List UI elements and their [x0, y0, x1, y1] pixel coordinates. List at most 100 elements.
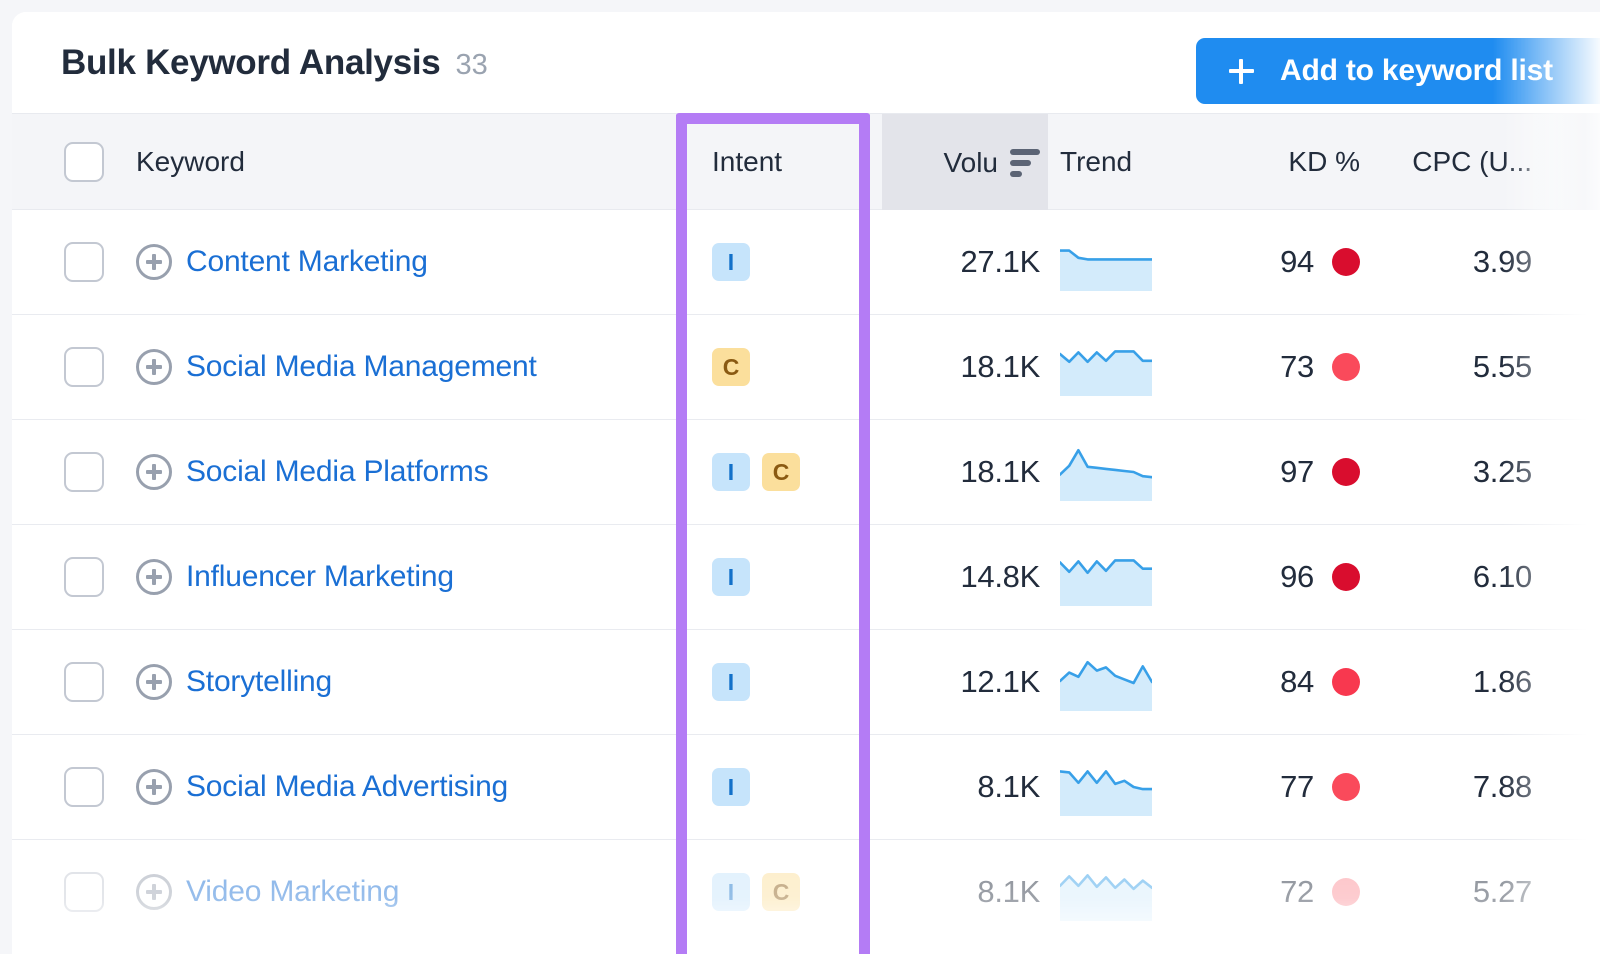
row-checkbox[interactable]	[64, 662, 104, 702]
trend-cell	[1060, 630, 1170, 734]
row-checkbox[interactable]	[64, 347, 104, 387]
cpc-cell: 6.10	[1380, 525, 1532, 629]
keyword-link[interactable]: Social Media Management	[186, 350, 537, 384]
table-row[interactable]: Content Marketing I 27.1K 94 3.99	[12, 210, 1600, 315]
cpc-cell: 3.99	[1380, 210, 1532, 314]
add-keyword-icon[interactable]	[136, 454, 172, 490]
column-header-kd[interactable]: KD %	[1192, 114, 1360, 209]
row-checkbox[interactable]	[64, 872, 104, 912]
kd-wrap: 72	[1280, 874, 1360, 910]
keyword-count: 33	[455, 48, 488, 81]
trend-sparkline	[1060, 770, 1152, 816]
trend-sparkline	[1060, 448, 1152, 501]
keyword-cell: Social Media Advertising	[136, 735, 676, 839]
keyword-wrap: Storytelling	[136, 664, 332, 700]
intent-badge-i[interactable]: I	[712, 768, 750, 806]
add-keyword-icon[interactable]	[136, 664, 172, 700]
volume-cell: 8.1K	[890, 735, 1040, 839]
cpc-value: 5.27	[1472, 874, 1532, 909]
intent-badge-c[interactable]: C	[712, 348, 750, 386]
trend-cell	[1060, 525, 1170, 629]
trend-sparkline	[1060, 874, 1152, 921]
row-select-cell	[62, 840, 106, 944]
volume-value: 18.1K	[960, 454, 1040, 489]
volume-cell: 8.1K	[890, 840, 1040, 944]
table-row[interactable]: Social Media Management C 18.1K 73 5.55	[12, 315, 1600, 420]
column-header-volume[interactable]: Volu	[890, 114, 1040, 211]
trend-cell	[1060, 210, 1170, 314]
keyword-link[interactable]: Video Marketing	[186, 875, 399, 909]
cpc-value: 1.86	[1472, 664, 1532, 699]
add-to-keyword-list-button[interactable]: Add to keyword list	[1196, 38, 1600, 104]
trend-cell	[1060, 315, 1170, 419]
keyword-wrap: Video Marketing	[136, 874, 399, 910]
row-select-cell	[62, 735, 106, 839]
keyword-link[interactable]: Influencer Marketing	[186, 560, 454, 594]
row-checkbox[interactable]	[64, 452, 104, 492]
trend-cell	[1060, 735, 1170, 839]
row-select-cell	[62, 420, 106, 524]
volume-cell: 14.8K	[890, 525, 1040, 629]
bulk-keyword-analysis-screen: Bulk Keyword Analysis 33 Add to keyword …	[0, 0, 1600, 954]
table-row[interactable]: Influencer Marketing I 14.8K 96 6.10	[12, 525, 1600, 630]
volume-value: 8.1K	[977, 769, 1040, 804]
sort-descending-icon[interactable]	[1010, 148, 1040, 177]
kd-value: 94	[1280, 244, 1314, 279]
column-header-intent[interactable]: Intent	[712, 114, 870, 209]
trend-sparkline	[1060, 350, 1152, 396]
cpc-cell: 5.27	[1380, 840, 1532, 944]
intent-badge-c[interactable]: C	[762, 453, 800, 491]
keyword-cell: Influencer Marketing	[136, 525, 676, 629]
kd-wrap: 97	[1280, 454, 1360, 490]
column-header-volume-label: Volu	[943, 146, 999, 178]
keyword-table-card: Bulk Keyword Analysis 33 Add to keyword …	[12, 12, 1600, 954]
table-row[interactable]: Social Media Advertising I 8.1K 77 7.88	[12, 735, 1600, 840]
intent-cell: C	[712, 315, 870, 419]
row-checkbox[interactable]	[64, 767, 104, 807]
keyword-link[interactable]: Social Media Platforms	[186, 455, 489, 489]
row-checkbox[interactable]	[64, 242, 104, 282]
volume-value: 14.8K	[960, 559, 1040, 594]
select-all-checkbox[interactable]	[64, 141, 104, 182]
kd-wrap: 73	[1280, 349, 1360, 385]
trend-cell	[1060, 420, 1170, 524]
column-header-trend[interactable]: Trend	[1060, 114, 1170, 209]
row-select-cell	[62, 630, 106, 734]
add-keyword-icon[interactable]	[136, 874, 172, 910]
add-keyword-icon[interactable]	[136, 559, 172, 595]
intent-badge-i[interactable]: I	[712, 453, 750, 491]
keyword-link[interactable]: Social Media Advertising	[186, 770, 508, 804]
kd-value: 72	[1280, 874, 1314, 909]
add-keyword-icon[interactable]	[136, 349, 172, 385]
cpc-cell: 3.25	[1380, 420, 1532, 524]
intent-badge-i[interactable]: I	[712, 558, 750, 596]
keyword-link[interactable]: Storytelling	[186, 665, 332, 699]
add-to-keyword-list-wrap: Add to keyword list	[1196, 38, 1600, 104]
keyword-wrap: Content Marketing	[136, 244, 428, 280]
table-row[interactable]: Video Marketing I C 8.1K 72 5.27	[12, 840, 1600, 945]
table-row[interactable]: Storytelling I 12.1K 84 1.86	[12, 630, 1600, 735]
intent-badge-i[interactable]: I	[712, 243, 750, 281]
volume-value: 8.1K	[977, 874, 1040, 909]
keyword-cell: Social Media Management	[136, 315, 676, 419]
intent-badges: I	[712, 558, 750, 596]
volume-cell: 12.1K	[890, 630, 1040, 734]
intent-badge-c[interactable]: C	[762, 873, 800, 911]
add-keyword-icon[interactable]	[136, 244, 172, 280]
kd-value: 73	[1280, 349, 1314, 384]
column-header-trend-label: Trend	[1060, 145, 1133, 177]
add-keyword-icon[interactable]	[136, 769, 172, 805]
cpc-value: 7.88	[1472, 769, 1532, 804]
cpc-cell: 1.86	[1380, 630, 1532, 734]
keyword-link[interactable]: Content Marketing	[186, 245, 428, 279]
intent-badge-i[interactable]: I	[712, 873, 750, 911]
row-select-cell	[62, 525, 106, 629]
row-checkbox[interactable]	[64, 557, 104, 597]
kd-value: 96	[1280, 559, 1314, 594]
table-row[interactable]: Social Media Platforms I C 18.1K 97 3.25	[12, 420, 1600, 525]
row-select-cell	[62, 315, 106, 419]
trend-sparkline	[1060, 249, 1152, 291]
column-header-cpc[interactable]: CPC (U...	[1380, 114, 1532, 209]
column-header-keyword[interactable]: Keyword	[136, 114, 676, 209]
intent-badge-i[interactable]: I	[712, 663, 750, 701]
